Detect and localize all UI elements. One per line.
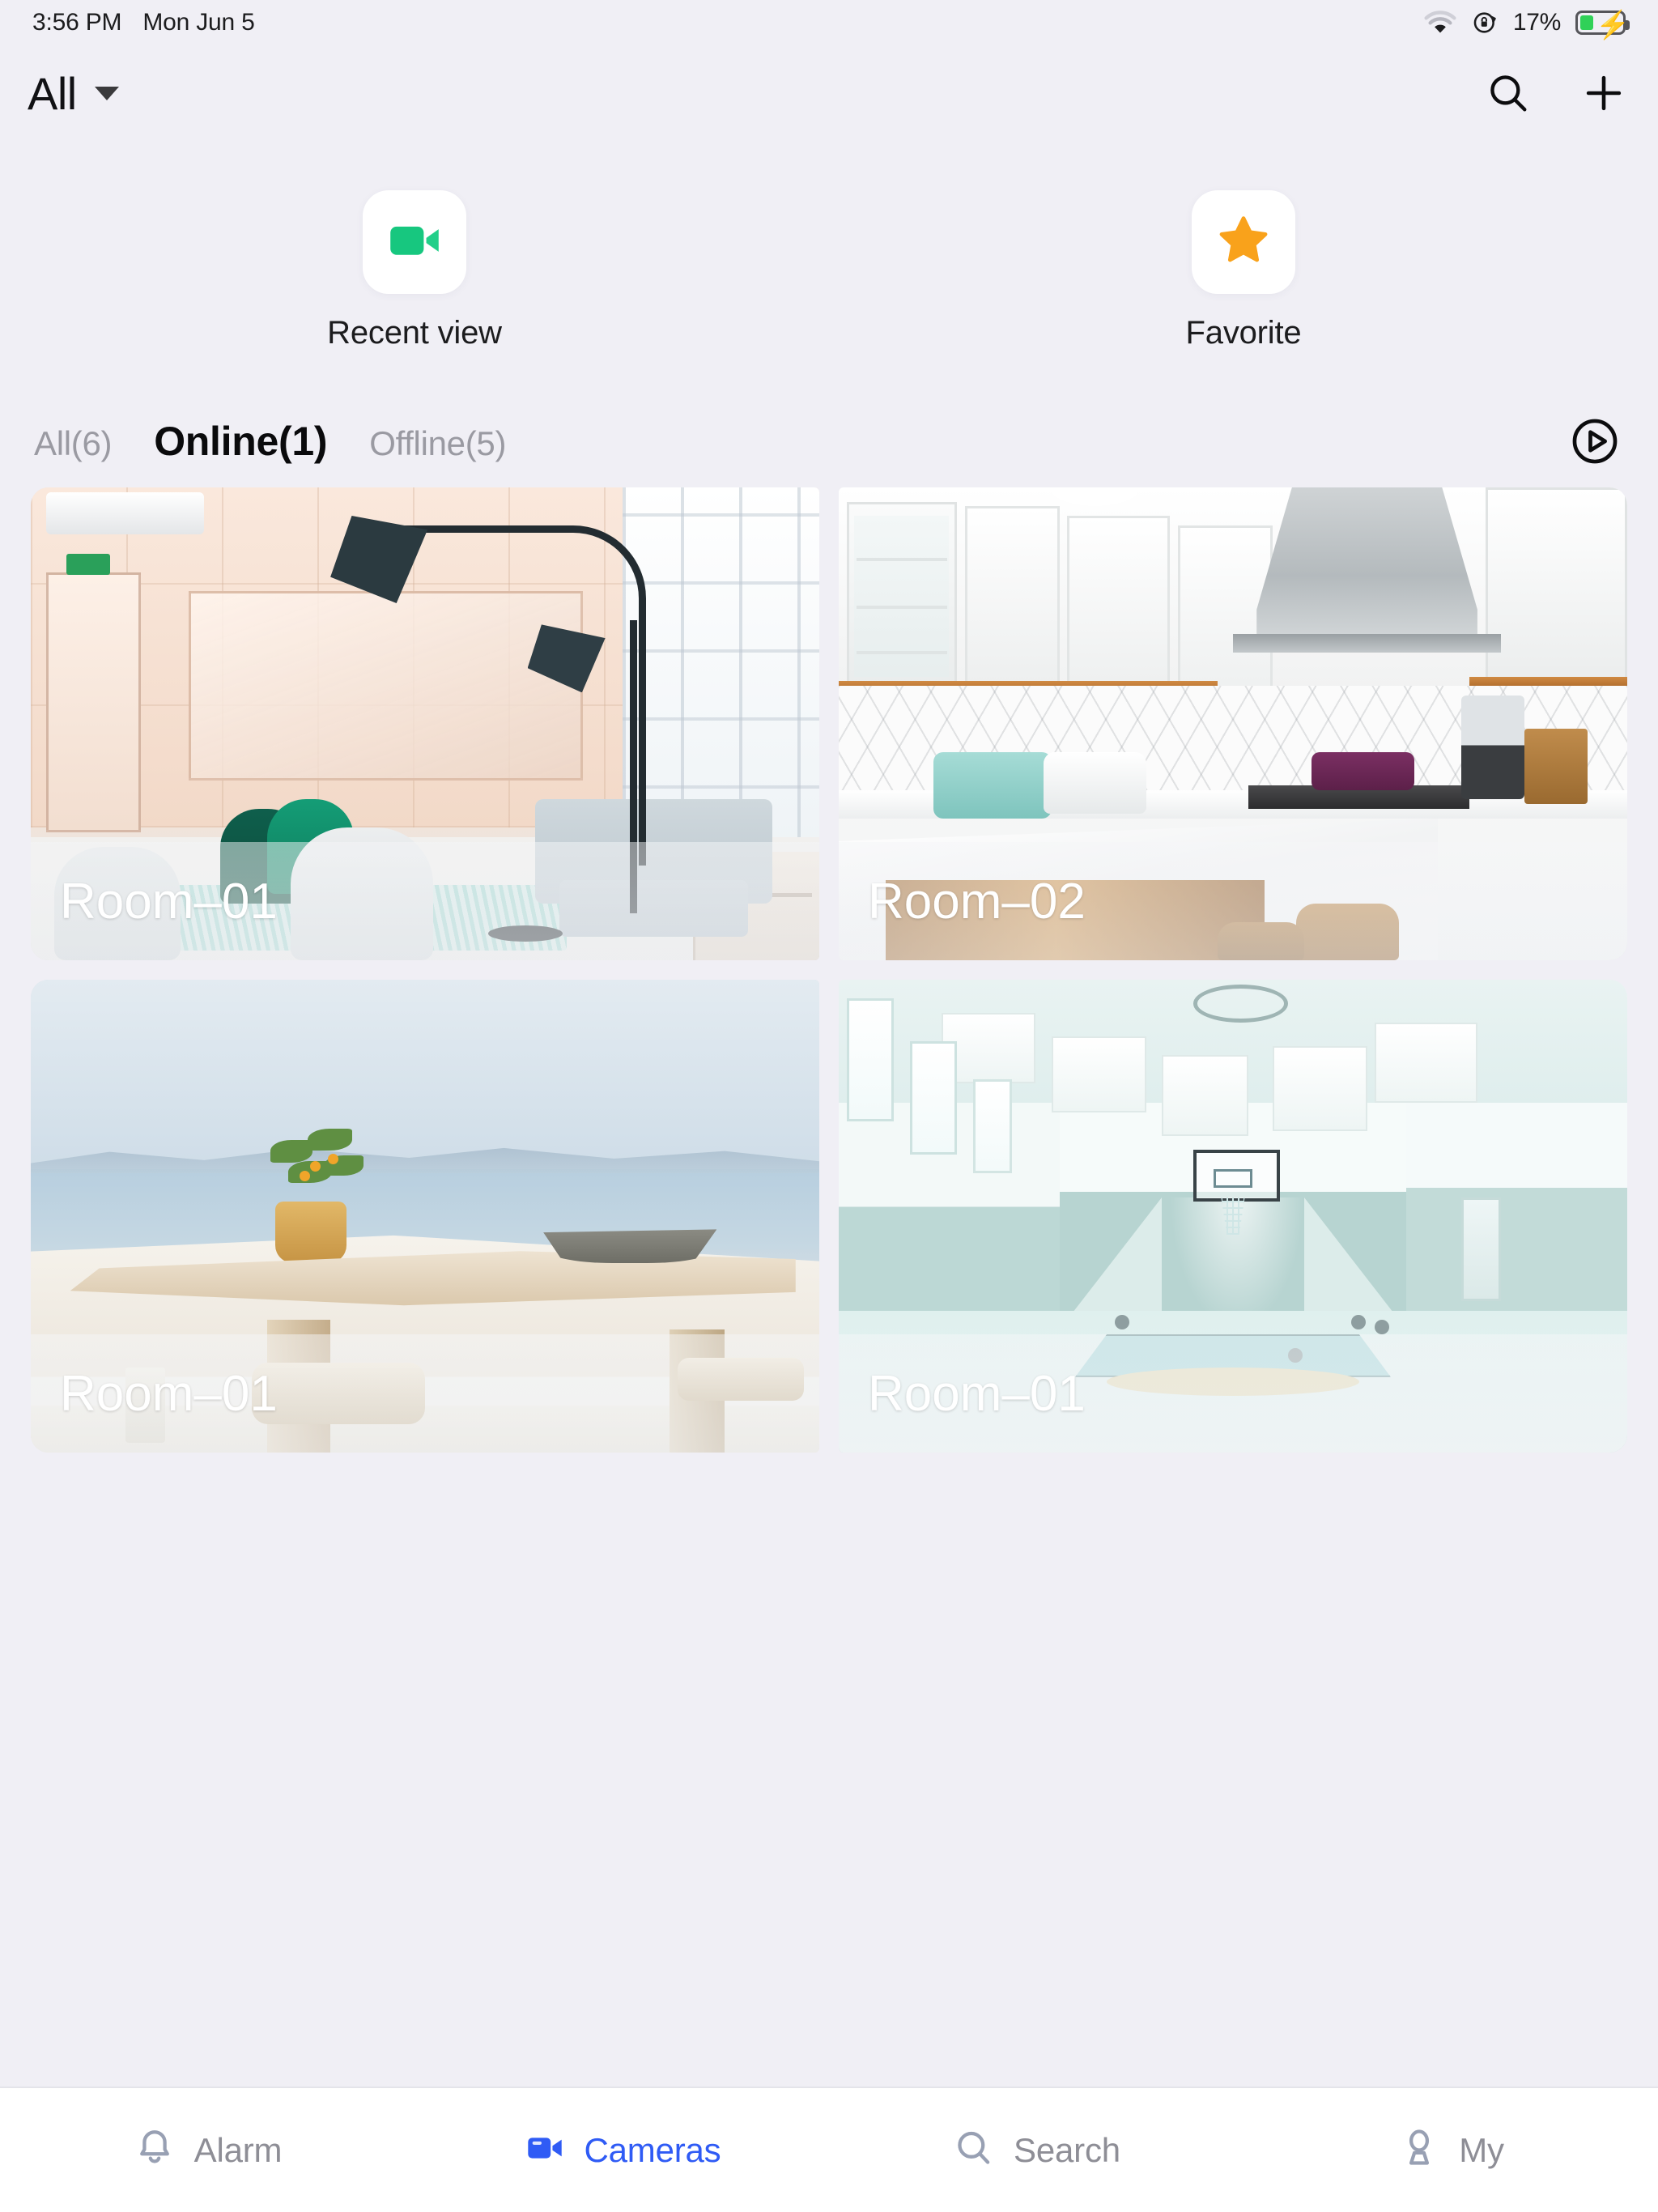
camera-name: Room–01	[60, 1365, 278, 1422]
tab-label: Alarm	[193, 2130, 283, 2169]
shortcut-row: Recent view Favorite	[0, 190, 1658, 381]
shortcut-favorite[interactable]: Favorite	[829, 190, 1658, 381]
shortcut-label: Recent view	[327, 315, 502, 351]
bell-icon	[133, 2126, 176, 2174]
battery-percent: 17%	[1512, 9, 1561, 36]
status-bar-right: 17% ⚡	[1424, 9, 1630, 40]
star-icon	[1214, 211, 1273, 274]
status-date: Mon Jun 5	[142, 9, 255, 36]
filter-tab-all[interactable]: All(6)	[34, 424, 113, 463]
tab-label: Cameras	[584, 2130, 721, 2169]
shortcut-label: Favorite	[1185, 315, 1302, 351]
camera-card[interactable]: Room–01	[31, 487, 819, 960]
status-time: 3:56 PM	[32, 9, 122, 36]
wifi-icon	[1424, 11, 1456, 35]
status-bar: 3:56 PM Mon Jun 5 17% ⚡	[0, 0, 1658, 45]
search-icon[interactable]	[1482, 66, 1535, 120]
tab-search[interactable]: Search	[829, 2126, 1244, 2174]
video-camera-icon	[523, 2126, 567, 2174]
shortcut-recent-view[interactable]: Recent view	[0, 190, 829, 381]
camera-card[interactable]: Room–01	[31, 980, 819, 1453]
filter-bar: All(6) Online(1) Offline(5)	[0, 405, 1658, 478]
bottom-tab-bar: Alarm Cameras Search My	[0, 2087, 1658, 2212]
camera-label-bar: Room–01	[31, 1334, 819, 1453]
search-icon	[952, 2126, 996, 2174]
video-camera-icon	[384, 210, 445, 275]
chevron-down-icon	[94, 86, 119, 100]
camera-label-bar: Room–01	[31, 842, 819, 960]
camera-label-bar: Room–01	[839, 1334, 1627, 1453]
camera-card[interactable]: Room–02	[839, 487, 1627, 960]
camera-grid: Room–01 Room–02 Room–01 Room–01	[31, 487, 1627, 1453]
plus-icon[interactable]	[1577, 66, 1630, 120]
shortcut-tile	[363, 190, 466, 294]
camera-name: Room–01	[60, 873, 278, 929]
camera-label-bar: Room–02	[839, 842, 1627, 960]
rotation-lock-icon	[1471, 9, 1499, 36]
nav-bar: All	[0, 49, 1658, 138]
camera-name: Room–01	[868, 1365, 1086, 1422]
nav-title: All	[28, 67, 77, 119]
play-circle-icon[interactable]	[1566, 412, 1624, 470]
status-bar-left: 3:56 PM Mon Jun 5	[32, 9, 255, 36]
tab-alarm[interactable]: Alarm	[0, 2126, 414, 2174]
filter-tab-offline[interactable]: Offline(5)	[369, 424, 506, 463]
filter-tab-online[interactable]: Online(1)	[154, 418, 327, 465]
shortcut-tile	[1192, 190, 1295, 294]
filter-tabs: All(6) Online(1) Offline(5)	[34, 418, 506, 465]
tab-my[interactable]: My	[1244, 2126, 1658, 2174]
camera-card[interactable]: Room–01	[839, 980, 1627, 1453]
tab-label: Search	[1014, 2130, 1120, 2169]
person-icon	[1397, 2126, 1441, 2174]
tab-label: My	[1459, 2130, 1504, 2169]
nav-actions	[1482, 66, 1630, 120]
battery-charging-icon: ⚡	[1575, 10, 1630, 40]
camera-name: Room–02	[868, 873, 1086, 929]
tab-cameras[interactable]: Cameras	[414, 2126, 829, 2174]
group-filter-dropdown[interactable]: All	[28, 67, 119, 120]
